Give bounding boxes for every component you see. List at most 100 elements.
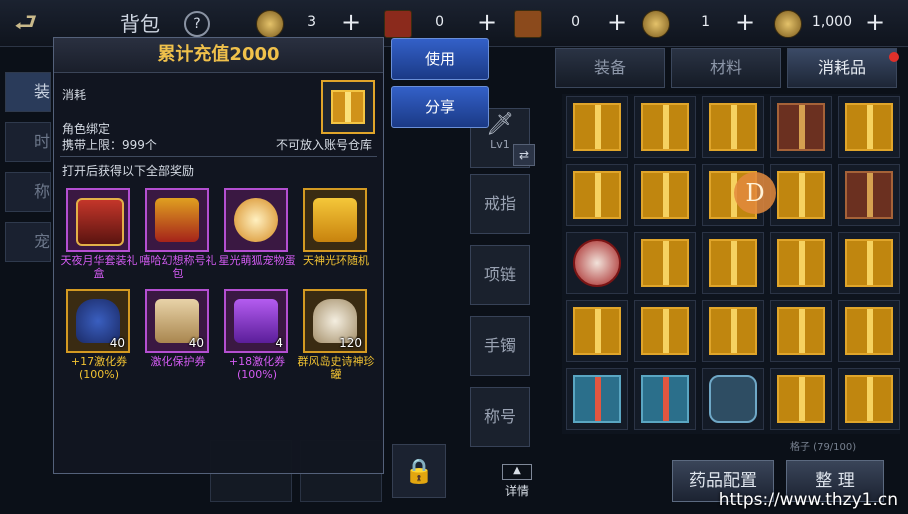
currency-4: 1 + [642, 10, 762, 38]
gift-box-icon [641, 375, 689, 423]
item-type: 消耗 [62, 88, 87, 102]
watermark: https://www.thzy1.cn [718, 490, 898, 510]
reward-item[interactable]: 天夜月华套装礼盒 [61, 188, 138, 280]
reward-count: 40 [109, 336, 125, 350]
inventory-slot[interactable] [634, 368, 696, 430]
slot-count: 格子 (79/100) [790, 442, 857, 453]
d-badge: D [734, 172, 776, 214]
item-binding: 角色绑定 [62, 122, 111, 136]
lock-icon[interactable]: 🔒 [392, 444, 446, 498]
inventory-slot[interactable] [566, 300, 628, 362]
reward-name: 群风岛史诗神珍罐 [297, 355, 375, 381]
reward-count: 120 [339, 336, 362, 350]
gift-box-icon [641, 307, 689, 355]
inventory-slot[interactable] [702, 96, 764, 158]
add-currency-button[interactable]: + [604, 10, 630, 36]
gift-box-icon [573, 103, 621, 151]
detail-label: 详情 [504, 484, 529, 498]
reward-frame: 4 [224, 289, 288, 353]
inventory-slot[interactable] [838, 368, 900, 430]
inventory-slot[interactable] [702, 368, 764, 430]
inventory-slot[interactable] [770, 164, 832, 226]
chest-icon [845, 171, 893, 219]
currency-3: 0 + [514, 10, 634, 38]
inventory-slot[interactable] [770, 300, 832, 362]
rewards-heading: 打开后获得以下全部奖励 [62, 164, 195, 178]
inventory-slot[interactable] [634, 300, 696, 362]
gift-pack-icon [155, 198, 199, 242]
inventory-slot[interactable] [566, 368, 628, 430]
reward-item[interactable]: 4 +18激化券(100%) [224, 289, 290, 381]
back-arrow-icon[interactable]: ⮐ [14, 8, 64, 38]
inventory-slot[interactable] [634, 164, 696, 226]
reward-item[interactable]: 40 激化保护券 [145, 289, 211, 368]
gift-box-icon [641, 171, 689, 219]
gift-box-icon [709, 239, 757, 287]
reward-frame: 120 [303, 289, 367, 353]
reward-item[interactable]: 天神光环随机 [303, 188, 369, 267]
left-tab-1[interactable]: 装 [5, 72, 51, 112]
gift-box-icon [777, 375, 825, 423]
left-tab-3[interactable]: 称 [5, 172, 51, 212]
inventory-slot[interactable] [566, 96, 628, 158]
item-stack-limit: 携带上限：999个 [62, 138, 157, 152]
inventory-slot[interactable] [838, 96, 900, 158]
tab-consumables[interactable]: 消耗品 [787, 48, 897, 88]
reward-item[interactable]: 40 +17激化券(100%) [66, 289, 132, 381]
inventory-slot[interactable] [838, 232, 900, 294]
left-tab-4[interactable]: 宠 [5, 222, 51, 262]
reward-frame: 40 [66, 289, 130, 353]
chevron-up-icon: ▲ [502, 464, 532, 480]
help-icon[interactable]: ? [184, 11, 210, 37]
inventory-grid [562, 94, 900, 434]
inventory-slot[interactable] [838, 164, 900, 226]
add-currency-button[interactable]: + [732, 10, 758, 36]
inventory-slot[interactable] [838, 300, 900, 362]
tab-equipment[interactable]: 装备 [555, 48, 665, 88]
currency-value: 1 [701, 14, 710, 30]
inventory-slot[interactable] [566, 164, 628, 226]
gift-box-icon [777, 239, 825, 287]
left-tab-2[interactable]: 时 [5, 122, 51, 162]
share-button[interactable]: 分享 [391, 86, 489, 128]
swap-icon[interactable]: ⇄ [513, 144, 535, 166]
equip-slot-necklace[interactable]: 项链 [470, 245, 530, 305]
reward-name: 嘻哈幻想称号礼包 [139, 254, 217, 280]
add-currency-button[interactable]: + [862, 10, 888, 36]
inventory-slot[interactable] [634, 232, 696, 294]
reward-name: +17激化券(100%) [70, 355, 128, 381]
inventory-slot[interactable] [702, 232, 764, 294]
add-currency-button[interactable]: + [474, 10, 500, 36]
gift-box-icon [573, 307, 621, 355]
inventory-slot[interactable] [634, 96, 696, 158]
inventory-slot[interactable] [702, 300, 764, 362]
gift-box-icon [709, 103, 757, 151]
popup-title: 累计充值2000 [54, 38, 383, 73]
equip-slot-bracelet[interactable]: 手镯 [470, 316, 530, 376]
notification-dot [889, 52, 899, 62]
treasure-chest-icon [76, 198, 124, 246]
equip-slot-title[interactable]: 称号 [470, 387, 530, 447]
gift-box-icon [641, 103, 689, 151]
gift-box-icon [709, 307, 757, 355]
gift-box-icon [845, 239, 893, 287]
reward-item[interactable]: 星光萌狐宠物蛋 [219, 188, 296, 267]
reward-item[interactable]: 120 群风岛史诗神珍罐 [298, 289, 375, 381]
orb-icon [573, 239, 621, 287]
currency-value: 3 [307, 14, 316, 30]
inventory-slot[interactable] [566, 232, 628, 294]
equip-slot-ring[interactable]: 戒指 [470, 174, 530, 234]
reward-item[interactable]: 嘻哈幻想称号礼包 [140, 188, 217, 280]
inventory-slot[interactable] [770, 368, 832, 430]
gift-box-icon [641, 239, 689, 287]
detail-button[interactable]: ▲ 详情 [500, 464, 534, 499]
add-currency-button[interactable]: + [338, 10, 364, 36]
pet-egg-icon [234, 198, 278, 242]
inventory-slot[interactable] [770, 96, 832, 158]
tab-materials[interactable]: 材料 [671, 48, 781, 88]
use-button[interactable]: 使用 [391, 38, 489, 80]
gift-box-icon [845, 307, 893, 355]
reward-frame [224, 188, 288, 252]
inventory-slot[interactable] [770, 232, 832, 294]
reward-name: 天神光环随机 [303, 254, 369, 267]
